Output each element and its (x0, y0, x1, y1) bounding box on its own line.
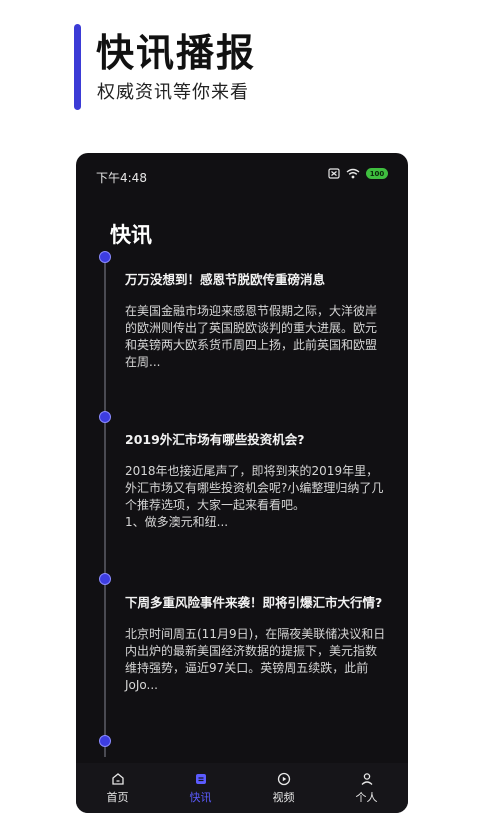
user-icon (361, 772, 372, 785)
tab-home[interactable]: 首页 (76, 763, 159, 813)
timeline-dot (99, 251, 111, 263)
tab-video[interactable]: 视频 (242, 763, 325, 813)
news-item[interactable]: 下周多重风险事件来袭！即将引爆汇市大行情? 北京时间周五(11月9日)，在隔夜美… (125, 594, 387, 694)
hero-title: 快讯播报 (96, 31, 257, 75)
status-time: 下午4:48 (96, 171, 147, 185)
tab-label: 视频 (272, 790, 295, 804)
tab-profile[interactable]: 个人 (325, 763, 408, 813)
tab-label: 首页 (106, 790, 129, 804)
hero-subtitle: 权威资讯等你来看 (97, 82, 249, 103)
news-title: 下周多重风险事件来袭！即将引爆汇市大行情? (125, 595, 383, 610)
battery-icon: 100 (366, 168, 388, 179)
no-sim-icon (328, 168, 340, 179)
news-summary: 在美国金融市场迎来感恩节假期之际，大洋彼岸的欧洲则传出了英国脱欧谈判的重大进展。… (125, 304, 378, 369)
status-icons: 100 (328, 168, 388, 179)
news-item[interactable]: 2019外汇市场有哪些投资机会? 2018年也接近尾声了，即将到来的2019年里… (125, 431, 387, 531)
tab-label: 快讯 (189, 790, 212, 804)
news-title: 万万没想到！感恩节脱欧传重磅消息 (125, 272, 326, 287)
bottom-tab-bar: 首页 快讯 视频 个人 (76, 763, 408, 813)
timeline-dot (99, 735, 111, 747)
wifi-icon (346, 168, 360, 179)
phone-mockup: 下午4:48 100 快讯 万万没想到！感恩节脱欧传重磅消息 在美国金融市场迎来… (76, 153, 408, 813)
accent-bar (74, 24, 81, 110)
news-summary: 2018年也接近尾声了，即将到来的2019年里，外汇市场又有哪些投资机会呢?小编… (125, 464, 384, 529)
timeline-line (104, 257, 106, 757)
section-title: 快讯 (110, 223, 152, 247)
home-icon (111, 772, 124, 785)
news-icon (195, 773, 206, 784)
tab-news[interactable]: 快讯 (159, 763, 242, 813)
timeline-dot (99, 411, 111, 423)
news-summary: 北京时间周五(11月9日)，在隔夜美联储决议和日内出炉的最新美国经济数据的提振下… (125, 627, 386, 692)
play-icon (277, 772, 290, 785)
status-bar: 下午4:48 100 (76, 153, 408, 197)
timeline-dot (99, 573, 111, 585)
news-item[interactable]: 万万没想到！感恩节脱欧传重磅消息 在美国金融市场迎来感恩节假期之际，大洋彼岸的欧… (125, 271, 387, 371)
news-title: 2019外汇市场有哪些投资机会? (125, 432, 305, 447)
tab-label: 个人 (355, 790, 378, 804)
